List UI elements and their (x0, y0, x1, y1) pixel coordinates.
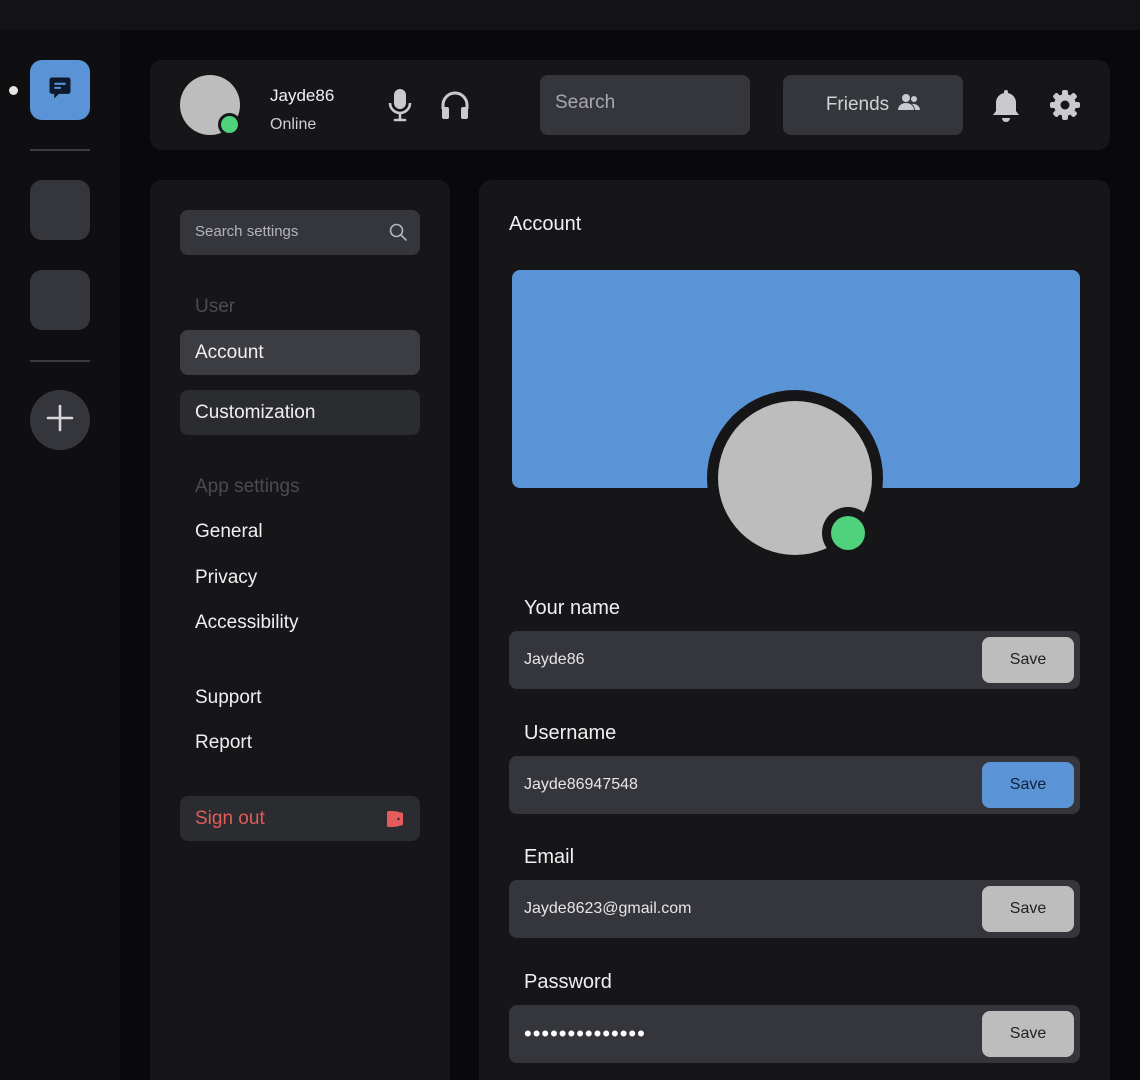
section-label-user: User (195, 296, 236, 317)
header-status: Online (270, 116, 317, 133)
header-username: Jayde86 (270, 86, 335, 105)
save-password-button[interactable]: Save (982, 1011, 1074, 1057)
sidebar-item-account[interactable]: Account (180, 330, 420, 375)
friends-label: Friends (825, 94, 890, 115)
section-label-app-settings: App settings (195, 476, 300, 497)
username-value: Jayde86947548 (524, 776, 638, 793)
rail-divider (30, 149, 90, 151)
server-button[interactable] (30, 180, 90, 240)
home-chat-button[interactable] (30, 60, 90, 120)
window-top-strip (0, 0, 1140, 30)
sign-out-label: Sign out (195, 808, 265, 829)
server-button[interactable] (30, 270, 90, 330)
header-search-placeholder: Search (555, 92, 616, 113)
field-label-username: Username (524, 722, 617, 744)
sidebar-item-general[interactable]: General (195, 521, 263, 543)
field-label-password: Password (524, 971, 612, 993)
search-icon (389, 223, 407, 245)
name-value: Jayde86 (524, 651, 585, 668)
headphones-icon[interactable] (437, 86, 473, 124)
friends-button[interactable]: Friends (783, 75, 963, 135)
settings-search-input[interactable]: Search settings (180, 210, 420, 255)
online-status-dot (218, 113, 241, 136)
sidebar-item-accessibility[interactable]: Accessibility (195, 612, 298, 634)
sidebar-item-customization[interactable]: Customization (180, 390, 420, 435)
active-indicator (9, 86, 18, 95)
rail-divider (30, 360, 90, 362)
sidebar-item-report[interactable]: Report (195, 732, 252, 754)
chat-icon (46, 74, 74, 107)
email-value: Jayde8623@gmail.com (524, 900, 692, 917)
microphone-icon[interactable] (382, 86, 418, 124)
header-search-input[interactable]: Search (540, 75, 750, 135)
bell-icon[interactable] (988, 86, 1024, 124)
plus-icon (46, 404, 74, 437)
password-value: •••••••••••••• (524, 1021, 646, 1046)
gear-icon[interactable] (1047, 86, 1083, 124)
settings-search-placeholder: Search settings (195, 223, 299, 240)
save-name-button[interactable]: Save (982, 637, 1074, 683)
friends-icon (898, 93, 921, 117)
sign-out-button[interactable]: Sign out (180, 796, 420, 841)
sidebar-item-privacy[interactable]: Privacy (195, 567, 257, 589)
save-email-button[interactable]: Save (982, 886, 1074, 932)
online-status-dot (831, 516, 865, 550)
save-username-button[interactable]: Save (982, 762, 1074, 808)
field-label-email: Email (524, 846, 575, 868)
sidebar-item-support[interactable]: Support (195, 687, 262, 709)
add-server-button[interactable] (30, 390, 90, 450)
door-icon (386, 809, 406, 835)
page-title: Account (509, 213, 582, 235)
field-label-name: Your name (524, 597, 620, 619)
